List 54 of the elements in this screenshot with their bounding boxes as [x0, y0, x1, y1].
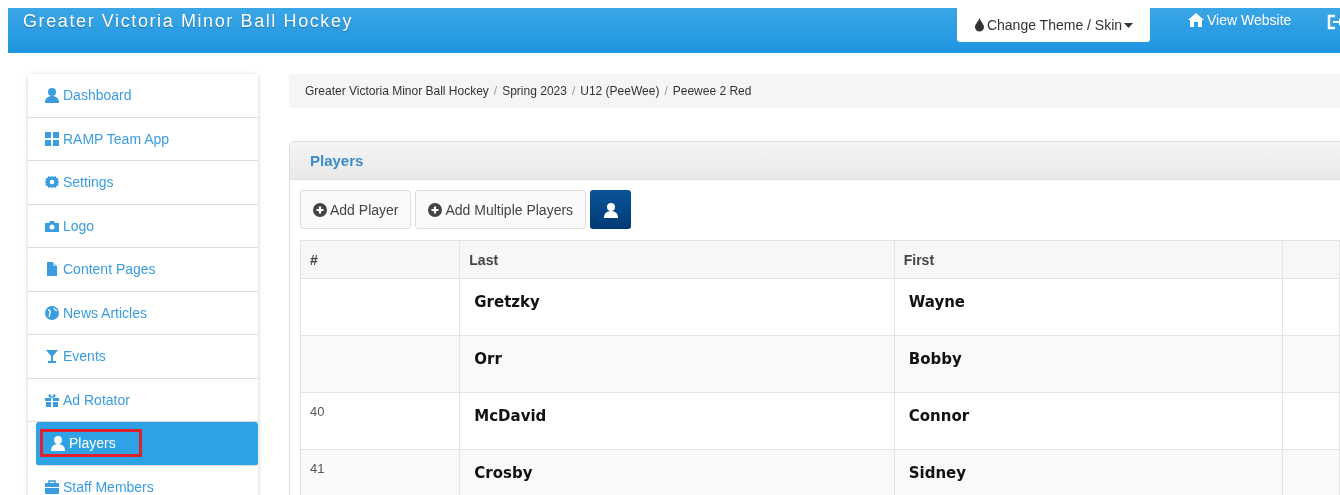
sidebar-item[interactable]: Logo: [28, 204, 258, 248]
breadcrumb-separator: /: [570, 84, 577, 98]
first-name-cell: Wayne: [908, 293, 966, 311]
caret-icon: [1124, 22, 1134, 28]
first-name-cell: Sidney: [908, 464, 967, 482]
last-name-cell: Crosby: [474, 464, 533, 482]
user-button[interactable]: [590, 190, 632, 229]
sidebar-item[interactable]: RAMP Team App: [28, 117, 258, 161]
globe-icon: [44, 304, 60, 321]
panel-title: Players: [310, 152, 364, 169]
view-website-link[interactable]: View Website: [1188, 12, 1292, 28]
column-header: First: [894, 240, 1283, 279]
sidebar-item[interactable]: Dashboard: [28, 74, 258, 118]
add-button[interactable]: Add Multiple Players: [415, 190, 587, 229]
last-name-cell: Gretzky: [474, 293, 540, 311]
breadcrumb-link[interactable]: U12 (PeeWee): [580, 84, 660, 98]
user-icon: [50, 435, 66, 452]
last-name-cell: Orr: [474, 350, 502, 368]
breadcrumb-link[interactable]: Spring 2023: [502, 84, 567, 98]
sidebar-item[interactable]: Ad Rotator: [28, 378, 258, 422]
briefcase-icon: [44, 478, 60, 495]
plus-circle-icon: [428, 202, 443, 217]
sidebar-item[interactable]: Staff Members: [28, 465, 258, 495]
sign-out-icon[interactable]: [1326, 14, 1340, 30]
sidebar-item[interactable]: Events: [28, 335, 258, 379]
user-icon: [44, 87, 60, 104]
breadcrumb-link[interactable]: Peewee 2 Red: [672, 84, 752, 98]
last-name-cell: McDavid: [474, 407, 547, 425]
plus-circle-icon: [313, 202, 327, 217]
sidebar-item[interactable]: Players: [36, 422, 258, 466]
drop-icon: [973, 18, 985, 32]
add-button[interactable]: Add Player: [300, 190, 412, 229]
number-cell: 41: [310, 461, 325, 476]
home-icon: [1188, 13, 1204, 27]
column-header: #: [300, 240, 460, 279]
user-icon: [602, 201, 619, 218]
sidebar-item-label: Players: [69, 435, 116, 452]
breadcrumb-separator: /: [663, 84, 669, 98]
grid-icon: [44, 130, 60, 147]
gear-icon: [44, 174, 60, 191]
theme-button[interactable]: Change Theme / Skin: [957, 8, 1150, 42]
cocktail-glass-icon: [44, 348, 60, 365]
breadcrumb-link[interactable]: Greater Victoria Minor Ball Hockey: [305, 84, 489, 98]
site-title: Greater Victoria Minor Ball Hockey: [22, 10, 354, 32]
breadcrumb-separator: /: [492, 84, 499, 98]
sidebar-item[interactable]: Content Pages: [28, 248, 258, 292]
gift-icon: [44, 391, 60, 408]
document-icon: [44, 261, 60, 278]
first-name-cell: Bobby: [908, 350, 962, 368]
sidebar-item[interactable]: Settings: [28, 161, 258, 205]
sidebar-item[interactable]: News Articles: [28, 291, 258, 335]
column-header: Last: [459, 240, 895, 279]
first-name-cell: Connor: [908, 407, 970, 425]
number-cell: 40: [310, 404, 325, 419]
